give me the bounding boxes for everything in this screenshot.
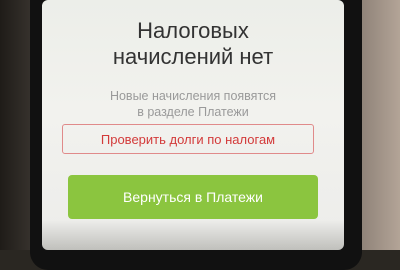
empty-state-subtitle-line2: в разделе Платежи: [137, 105, 249, 119]
screen-shadow: [42, 220, 344, 250]
empty-state-title-line1: Налоговых: [137, 18, 249, 43]
empty-state-screen: Налоговых начислений нет Новые начислени…: [42, 0, 344, 250]
check-tax-debts-button[interactable]: Проверить долги по налогам: [62, 124, 314, 154]
back-to-payments-button[interactable]: Вернуться в Платежи: [68, 175, 318, 219]
empty-state-title-line2: начислений нет: [112, 44, 274, 69]
empty-state-subtitle-line1: Новые начисления появятся: [109, 89, 277, 103]
